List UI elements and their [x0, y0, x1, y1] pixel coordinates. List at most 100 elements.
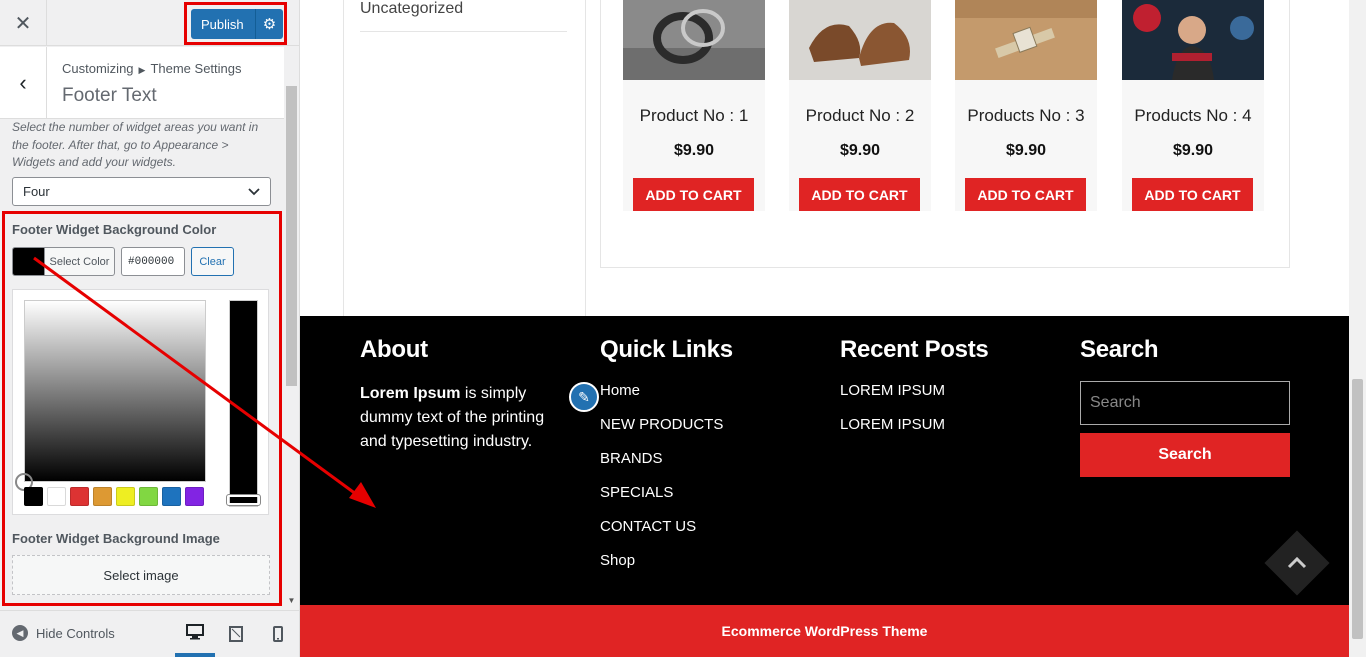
hue-handle[interactable] — [226, 494, 261, 506]
customizer-footer: ◀ Hide Controls — [0, 610, 299, 657]
footer-search-title: Search — [1080, 336, 1159, 363]
category-divider — [360, 31, 567, 32]
product-price: $9.90 — [1005, 142, 1047, 159]
footer-about-title: About — [360, 336, 428, 363]
product-name[interactable]: Product No : 1 — [623, 106, 765, 126]
publish-label: Publish — [201, 16, 244, 32]
copyright-text: Ecommerce WordPress Theme — [721, 623, 928, 639]
palette-swatch[interactable] — [70, 487, 89, 506]
category-link[interactable]: Uncategorized — [360, 0, 463, 18]
add-to-cart-button[interactable]: ADD TO CART — [1132, 178, 1253, 211]
mobile-icon — [273, 626, 283, 642]
product-price: $9.90 — [1172, 142, 1214, 159]
footer-about-text: Lorem Ipsum is simply dummy text of the … — [360, 382, 560, 454]
footer-quick-links-title: Quick Links — [600, 336, 733, 363]
product-card: Product No : 2 $9.90 ADD TO CART — [789, 0, 931, 211]
triangle-right-icon: ▶ — [138, 65, 146, 75]
product-card: Product No : 1 $9.90 ADD TO CART — [623, 0, 765, 211]
hide-controls-label: Hide Controls — [36, 625, 115, 641]
footer-link-new-products[interactable]: NEW PRODUCTS — [600, 416, 733, 450]
product-price: $9.90 — [839, 142, 881, 159]
category-sidebar: Uncategorized — [343, 0, 586, 316]
section-title: Footer Text — [62, 85, 157, 106]
product-name[interactable]: Product No : 2 — [789, 106, 931, 126]
collapse-arrow-icon: ◀ — [12, 625, 28, 641]
chevron-up-icon[interactable] — [1285, 550, 1309, 574]
hide-controls-button[interactable]: ◀ Hide Controls — [12, 625, 115, 641]
footer-link-home[interactable]: Home — [600, 382, 733, 416]
product-name[interactable]: Products No : 4 — [1122, 106, 1264, 126]
product-price: $9.90 — [673, 142, 715, 159]
palette-swatch[interactable] — [185, 487, 204, 506]
product-card: Products No : 3 $9.90 ADD TO CART — [955, 0, 1097, 211]
palette-swatch[interactable] — [24, 487, 43, 506]
mobile-preview-button[interactable] — [258, 611, 298, 657]
recent-post-link[interactable]: LOREM IPSUM — [840, 416, 988, 450]
tablet-preview-button[interactable] — [216, 611, 256, 657]
site-footer: About Lorem Ipsum is simply dummy text o… — [300, 316, 1349, 605]
footer-link-brands[interactable]: BRANDS — [600, 450, 733, 484]
section-header: ‹ Customizing ▶ Theme Settings Footer Text — [0, 47, 284, 119]
product-image-shoes[interactable] — [789, 0, 931, 80]
footer-link-contact-us[interactable]: CONTACT US — [600, 518, 733, 552]
preview-scrollbar-thumb[interactable] — [1352, 379, 1363, 639]
breadcrumb-section: Theme Settings — [150, 61, 242, 76]
hex-color-input[interactable] — [121, 247, 185, 276]
widget-areas-description: Select the number of widget areas you wa… — [12, 120, 259, 169]
gear-icon[interactable]: ⚙ — [256, 15, 283, 33]
footer-about-bold: Lorem Ipsum — [360, 385, 461, 402]
scroll-down-arrow-icon[interactable]: ▼ — [284, 596, 299, 608]
saturation-box[interactable] — [24, 300, 206, 482]
products-container: Product No : 1 $9.90 ADD TO CART Product… — [600, 0, 1290, 268]
clear-color-button[interactable]: Clear — [191, 247, 234, 276]
palette-swatch[interactable] — [139, 487, 158, 506]
sidebar-scrollbar-thumb[interactable] — [286, 86, 297, 386]
widget-areas-select[interactable]: Four — [12, 177, 271, 206]
add-to-cart-button[interactable]: ADD TO CART — [633, 178, 754, 211]
product-image-rings[interactable] — [623, 0, 765, 80]
tablet-icon — [229, 626, 243, 642]
close-customizer-button[interactable]: ✕ — [0, 0, 47, 46]
desktop-icon — [186, 624, 204, 640]
customizer-sidebar: ✕ Publish ⚙ ‹ Customizing ▶ Theme Settings… — [0, 0, 300, 657]
product-name[interactable]: Products No : 3 — [955, 106, 1097, 126]
palette-swatch[interactable] — [93, 487, 112, 506]
footer-search-button[interactable]: Search — [1080, 433, 1290, 477]
current-color-swatch — [13, 248, 44, 275]
chevron-down-icon — [248, 187, 260, 195]
hue-strip[interactable] — [229, 300, 258, 507]
footer-link-specials[interactable]: SPECIALS — [600, 484, 733, 518]
footer-recent-posts-title: Recent Posts — [840, 336, 989, 363]
breadcrumb: Customizing ▶ Theme Settings — [62, 61, 242, 76]
desktop-preview-button[interactable] — [175, 611, 215, 657]
back-button[interactable]: ‹ — [0, 47, 47, 119]
add-to-cart-button[interactable]: ADD TO CART — [965, 178, 1086, 211]
palette-swatch[interactable] — [162, 487, 181, 506]
edit-shortcut-button[interactable]: ✎ — [569, 382, 599, 412]
footer-quick-links: Quick Links Home NEW PRODUCTS BRANDS SPE… — [600, 336, 733, 586]
bg-color-title: Footer Widget Background Color — [12, 222, 217, 237]
product-image-watch[interactable] — [955, 0, 1097, 80]
breadcrumb-root: Customizing — [62, 61, 134, 76]
bg-image-title: Footer Widget Background Image — [12, 531, 220, 546]
pencil-icon: ✎ — [578, 388, 590, 405]
footer-recent-posts: Recent Posts LOREM IPSUM LOREM IPSUM — [840, 336, 989, 450]
select-color-button[interactable]: Select Color — [12, 247, 115, 276]
color-palette — [24, 487, 204, 506]
product-image-woman-portrait[interactable] — [1122, 0, 1264, 80]
publish-button[interactable]: Publish ⚙ — [191, 9, 283, 39]
product-card: Products No : 4 $9.90 ADD TO CART — [1122, 0, 1264, 211]
palette-swatch[interactable] — [47, 487, 66, 506]
recent-post-link[interactable]: LOREM IPSUM — [840, 382, 988, 416]
close-icon: ✕ — [14, 12, 32, 35]
site-preview: Uncategorized Product No : 1 $9.90 ADD T… — [300, 0, 1366, 657]
select-color-label: Select Color — [44, 248, 114, 275]
widget-areas-select-value: Four — [23, 184, 50, 199]
customizer-topbar: ✕ Publish ⚙ — [0, 0, 299, 46]
footer-link-shop[interactable]: Shop — [600, 552, 733, 586]
select-image-button[interactable]: Select image — [12, 555, 270, 595]
add-to-cart-button[interactable]: ADD TO CART — [799, 178, 920, 211]
color-picker — [12, 289, 269, 515]
footer-search-input[interactable]: Search — [1080, 381, 1290, 425]
palette-swatch[interactable] — [116, 487, 135, 506]
